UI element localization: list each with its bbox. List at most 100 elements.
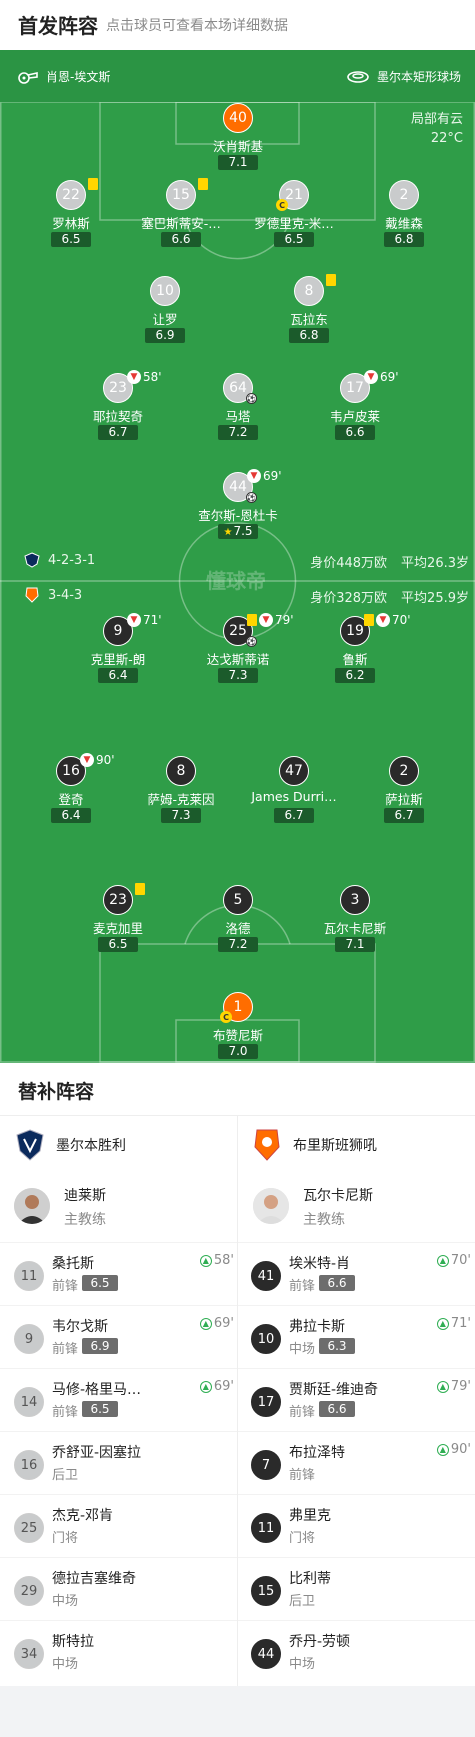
player-home[interactable]: 8 瓦拉东 6.8 [254,274,364,348]
player-away[interactable]: 5 洛德 7.2 [183,885,293,957]
player-name: 查尔斯-恩杜卡 [198,508,278,523]
sub-player-row[interactable]: 11 弗里克 门将 [251,1501,471,1561]
away-team-header[interactable]: 布里斯班狮吼 [253,1129,377,1161]
player-home[interactable]: 10 让罗 6.9 [110,276,220,348]
player-rating: 6.8 [289,328,329,343]
player-name: 斯特拉 [52,1634,94,1650]
star-icon: ★ [223,527,233,538]
player-home[interactable]: 21 C 罗德里克-米… 6.5 [239,180,349,252]
divider [0,1557,237,1558]
coach-name: 迪莱斯 [64,1188,106,1204]
sub-player-row[interactable]: 41 埃米特-肖 前锋 6.6 ▲ 70' [251,1249,471,1309]
sub-in-minute: 71' [450,1316,471,1331]
player-name: 埃米特-肖 [289,1256,351,1272]
player-away[interactable]: 1 C 布赞尼斯 7.0 [183,992,293,1063]
player-home[interactable]: 17 ▼ 69' 韦卢皮莱 6.6 [300,370,410,445]
player-home[interactable]: 22 罗林斯 6.5 [16,178,126,252]
away-team-name: 布里斯班狮吼 [293,1138,377,1154]
sub-in-minute: 69' [213,1316,234,1331]
sub-time: 90' [96,753,115,767]
shirt-number: 2 [389,180,419,210]
home-formation: 4-2-3-1 [24,552,95,568]
player-name: 乔丹-劳顿 [289,1634,351,1650]
player-away[interactable]: 25 ▼ 79' ⚽ 达戈斯蒂诺 7.3 [183,613,294,688]
player-home[interactable]: 40 沃肖斯基 7.1 [183,103,293,175]
substitutes-section: 替补阵容 墨尔本胜利 布里斯班狮吼 迪莱斯 主教练 瓦尔卡尼斯 主教练 11 桑… [0,1063,475,1686]
stadium-name: 墨尔本矩形球场 [376,70,461,84]
player-rating: 6.7 [274,808,314,823]
sub-player-row[interactable]: 29 德拉吉塞维奇 中场 [14,1564,234,1624]
player-away[interactable]: 3 瓦尔卡尼斯 7.1 [300,885,410,957]
away-coach[interactable]: 瓦尔卡尼斯 主教练 [253,1183,463,1239]
sub-time: 69' [263,469,282,483]
sub-in-time: ▲ 58' [199,1253,234,1268]
sub-out-icon: ▼ [364,370,378,384]
yellow-card-icon [326,274,336,286]
sub-player-row[interactable]: 14 马修-格里马… 前锋 6.5 ▲ 69' [14,1375,234,1435]
sub-player-row[interactable]: 7 布拉泽特 前锋 ▲ 90' [251,1438,471,1498]
player-away[interactable]: 23 麦克加里 6.5 [63,883,173,957]
away-team-logo-icon [254,1129,280,1161]
sub-in-icon: ▲ [436,1254,449,1267]
sub-in-minute: 79' [450,1379,471,1394]
home-team-logo-icon [16,1129,44,1161]
formation-text: 3-4-3 [48,587,83,603]
home-coach[interactable]: 迪莱斯 主教练 [14,1183,224,1239]
player-away[interactable]: 2 萨拉斯 6.7 [349,756,459,828]
player-rating: 6.9 [82,1338,118,1354]
coach-role: 主教练 [64,1212,106,1228]
divider [0,1494,237,1495]
coach-avatar [253,1188,289,1224]
sub-in-minute: 70' [450,1253,471,1268]
home-team-logo-icon [24,552,40,568]
player-name: 鲁斯 [342,652,368,667]
player-home[interactable]: 64 ⚽ 马塔 7.2 [183,373,293,445]
watermark: 懂球帝 [206,569,266,593]
player-away[interactable]: 8 萨姆-克莱因 7.3 [126,756,236,828]
shirt-number: 44 [251,1639,281,1669]
sub-in-time: ▲ 70' [436,1253,471,1268]
player-rating: 7.3 [218,668,258,683]
player-home[interactable]: 44 ▼ 69' ⚽ 查尔斯-恩杜卡 ★7.5 [183,469,293,544]
sub-player-row[interactable]: 34 斯特拉 中场 [14,1627,234,1687]
player-name: 麦克加里 [92,921,143,936]
player-name: 克里斯-朗 [90,652,146,667]
player-home[interactable]: 23 ▼ 58' 耶拉契奇 6.7 [63,370,173,445]
player-home[interactable]: 2 戴维森 6.8 [349,180,459,252]
shirt-number: 23 [103,885,133,915]
player-away[interactable]: 9 ▼ 71' 克里斯-朗 6.4 [63,613,173,688]
player-name: 洛德 [225,921,251,936]
divider [0,1305,237,1306]
player-away[interactable]: 47 James Durri… 6.7 [239,756,349,828]
player-away[interactable]: 19 ▼ 70' 鲁斯 6.2 [300,613,411,688]
divider [238,1557,475,1558]
sub-player-row[interactable]: 16 乔舒亚-因塞拉 后卫 [14,1438,234,1498]
player-rating: 7.1 [218,155,258,170]
shirt-number: 29 [14,1576,44,1606]
market-value: 身价448万欧 [310,556,388,571]
sub-player-row[interactable]: 10 弗拉卡斯 中场 6.3 ▲ 71' [251,1312,471,1372]
lineup-header: 首发阵容 点击球员可查看本场详细数据 [0,0,475,50]
away-team-logo-icon [25,587,39,603]
sub-player-row[interactable]: 9 韦尔戈斯 前锋 6.9 ▲ 69' [14,1312,234,1372]
sub-in-time: ▲ 69' [199,1379,234,1394]
sub-player-row[interactable]: 15 比利蒂 后卫 [251,1564,471,1624]
player-rating: 7.1 [335,937,375,952]
sub-time: 70' [392,613,411,627]
player-rating: 6.2 [335,668,375,683]
home-team-header[interactable]: 墨尔本胜利 [16,1129,126,1161]
sub-player-row[interactable]: 44 乔丹-劳顿 中场 [251,1627,471,1687]
stadium-info: 墨尔本矩形球场 [347,68,461,85]
player-rating: 7.2 [218,937,258,952]
player-position: 前锋 [289,1279,316,1294]
player-name: 萨拉斯 [385,792,423,807]
sub-player-row[interactable]: 25 杰克-邓肯 门将 [14,1501,234,1561]
sub-out-icon: ▼ [80,753,94,767]
sub-player-row[interactable]: 11 桑托斯 前锋 6.5 ▲ 58' [14,1249,234,1309]
player-rating: 6.7 [384,808,424,823]
player-home[interactable]: 15 塞巴斯蒂安-… 6.6 [126,178,236,252]
divider [238,1620,475,1621]
sub-player-row[interactable]: 17 贾斯廷-维迪奇 前锋 6.6 ▲ 79' [251,1375,471,1435]
player-rating: 6.6 [319,1275,355,1291]
player-away[interactable]: 16 ▼ 90' 登奇 6.4 [16,753,126,828]
